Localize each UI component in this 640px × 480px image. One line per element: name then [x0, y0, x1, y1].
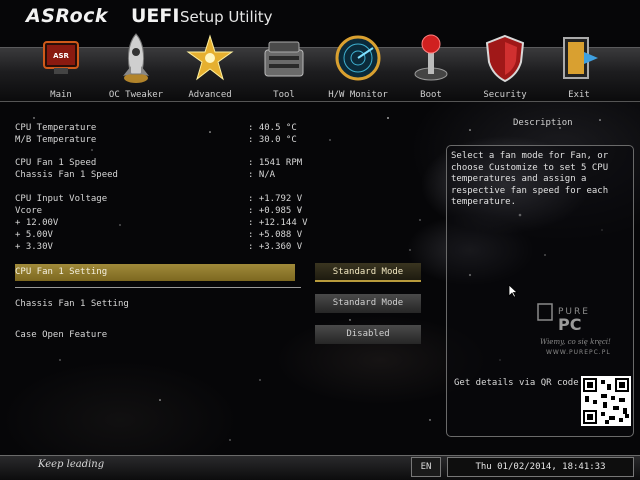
- nav-tool[interactable]: Tool: [247, 32, 321, 102]
- nav-label: H/W Monitor: [328, 90, 388, 100]
- nav-label: OC Tweaker: [108, 90, 164, 100]
- title-setup-utility: Setup Utility: [180, 8, 273, 26]
- section-divider: [15, 287, 301, 288]
- purepc-watermark: PURE PC Wiemy, co się kręci! WWW.PUREPC.…: [537, 303, 611, 356]
- nav-exit[interactable]: Exit: [542, 32, 616, 102]
- voltage-5v-label: + 5.00V: [15, 230, 53, 240]
- language-button[interactable]: EN: [411, 457, 441, 477]
- svg-text:ASR: ASR: [53, 52, 69, 60]
- nav-label: Security: [483, 90, 527, 100]
- description-title: Description: [513, 118, 573, 128]
- radar-icon: [335, 35, 381, 81]
- header: ASRock UEFI Setup Utility: [0, 0, 640, 36]
- joystick-icon: [414, 34, 448, 81]
- nav-label: Advanced: [188, 90, 232, 100]
- chassis-fan-speed-value: : N/A: [248, 170, 276, 180]
- toolbox-icon: [264, 41, 304, 77]
- rocket-icon: [123, 33, 149, 83]
- keep-leading-slogan: Keep leading: [38, 459, 105, 470]
- case-open-feature-label[interactable]: Case Open Feature: [15, 330, 107, 340]
- mouse-cursor-icon: [508, 284, 518, 298]
- cpu-fan-setting-dropdown[interactable]: Standard Mode: [315, 263, 421, 282]
- cpu-temperature-value: : 40.5 °C: [248, 123, 297, 133]
- cpu-input-voltage-label: CPU Input Voltage: [15, 194, 108, 204]
- nav-label: Tool: [273, 90, 295, 100]
- nav-label: Boot: [420, 90, 442, 100]
- chassis-fan-setting-dropdown[interactable]: Standard Mode: [315, 294, 421, 313]
- chassis-fan-setting-label[interactable]: Chassis Fan 1 Setting: [15, 299, 129, 309]
- mb-temperature-label: M/B Temperature: [15, 135, 97, 145]
- title-uefi: UEFI: [131, 5, 180, 27]
- nav-boot[interactable]: Boot: [394, 32, 468, 102]
- cpu-fan-setting-label: CPU Fan 1 Setting: [15, 267, 108, 277]
- nav-main[interactable]: ASR Main: [24, 32, 98, 102]
- voltage-12v-value: : +12.144 V: [248, 218, 308, 228]
- shield-icon: [485, 34, 525, 83]
- vcore-label: Vcore: [15, 206, 43, 216]
- nav-label: Main: [50, 90, 72, 100]
- svg-text:WWW.PUREPC.PL: WWW.PUREPC.PL: [546, 349, 611, 356]
- qr-code[interactable]: [581, 376, 631, 426]
- nav-label: Exit: [568, 90, 590, 100]
- cpu-input-voltage-value: : +1.792 V: [248, 194, 303, 204]
- exit-icon: [563, 37, 598, 79]
- vcore-value: : +0.985 V: [248, 206, 303, 216]
- voltage-3v3-value: : +3.360 V: [248, 242, 303, 252]
- qr-label: Get details via QR code: [454, 378, 579, 388]
- voltage-12v-label: + 12.00V: [15, 218, 59, 228]
- date-time: Thu 01/02/2014, 18:41:33: [447, 457, 634, 477]
- cpu-fan-speed-label: CPU Fan 1 Speed: [15, 158, 97, 168]
- nav-advanced[interactable]: Advanced: [173, 32, 247, 102]
- nav-oc-tweaker[interactable]: OC Tweaker: [99, 32, 173, 102]
- star-icon: [186, 34, 234, 81]
- svg-text:Wiemy, co się kręci!: Wiemy, co się kręci!: [540, 338, 611, 346]
- voltage-3v3-label: + 3.30V: [15, 242, 53, 252]
- cpu-fan-setting-row[interactable]: CPU Fan 1 Setting: [15, 264, 295, 281]
- description-text: Select a fan mode for Fan, or choose Cus…: [451, 151, 609, 207]
- nav-security[interactable]: Security: [468, 32, 542, 102]
- cpu-temperature-label: CPU Temperature: [15, 123, 97, 133]
- voltage-5v-value: : +5.088 V: [248, 230, 303, 240]
- svg-text:PC: PC: [558, 315, 581, 334]
- brand-logo: ASRock: [26, 5, 109, 27]
- cpu-fan-speed-value: : 1541 RPM: [248, 158, 303, 168]
- mb-temperature-value: : 30.0 °C: [248, 135, 297, 145]
- nav-hw-monitor[interactable]: H/W Monitor: [321, 32, 395, 102]
- main-icon: ASR: [43, 41, 79, 74]
- case-open-feature-dropdown[interactable]: Disabled: [315, 325, 421, 344]
- chassis-fan-speed-label: Chassis Fan 1 Speed: [15, 170, 118, 180]
